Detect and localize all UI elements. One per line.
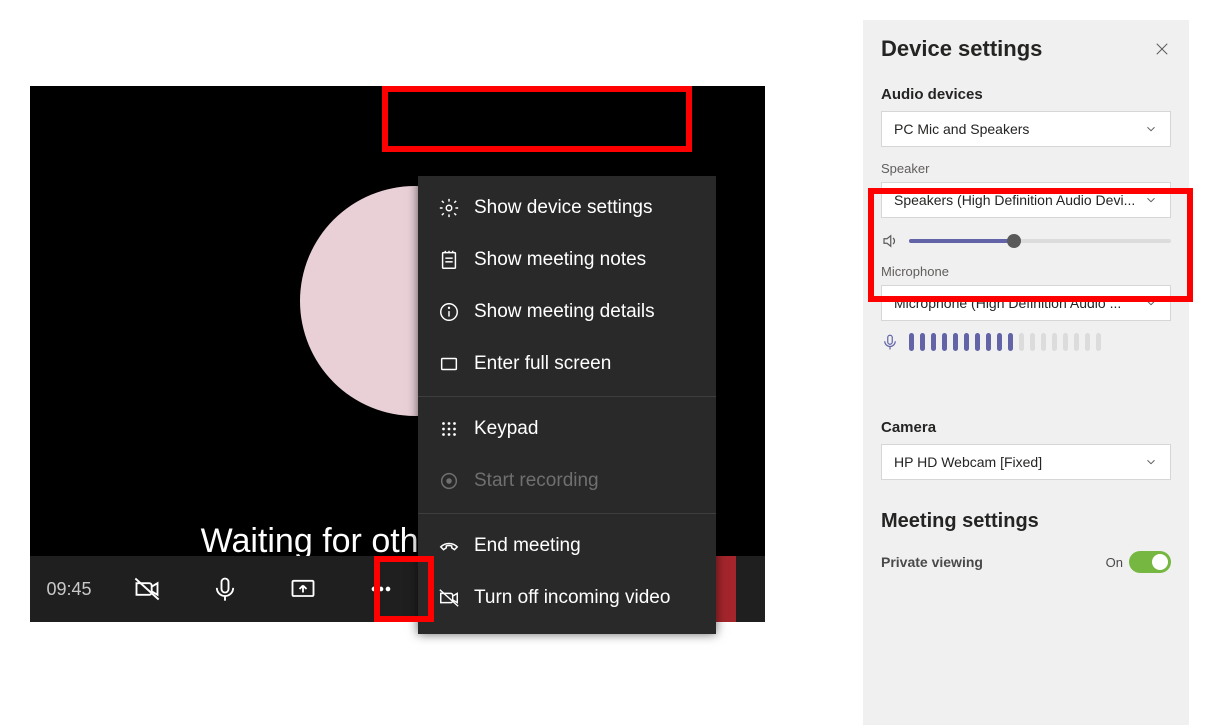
share-screen-button[interactable] (264, 556, 342, 622)
level-tick (1019, 333, 1024, 351)
chevron-down-icon (1144, 122, 1158, 136)
camera-toggle-button[interactable] (108, 556, 186, 622)
level-tick (1008, 333, 1013, 351)
menu-show-meeting-details[interactable]: Show meeting details (418, 286, 716, 338)
level-tick (1074, 333, 1079, 351)
menu-enter-full-screen[interactable]: Enter full screen (418, 338, 716, 390)
chevron-down-icon (1144, 455, 1158, 469)
menu-show-device-settings[interactable]: Show device settings (418, 182, 716, 234)
level-tick (1030, 333, 1035, 351)
meeting-window: V Waiting for others to join... 09:45 (30, 86, 765, 622)
device-settings-panel: Device settings Audio devices PC Mic and… (863, 20, 1189, 725)
microphone-level-row (881, 333, 1171, 351)
panel-header: Device settings (881, 36, 1171, 62)
menu-label: Show meeting notes (474, 249, 646, 271)
menu-separator (418, 513, 716, 514)
speaker-volume-row (881, 232, 1171, 250)
speaker-label: Speaker (881, 161, 1171, 176)
menu-keypad[interactable]: Keypad (418, 403, 716, 455)
level-tick (975, 333, 980, 351)
level-tick (1041, 333, 1046, 351)
close-panel-button[interactable] (1153, 40, 1171, 58)
speaker-selected: Speakers (High Definition Audio Devi... (894, 192, 1135, 208)
notes-icon (438, 249, 460, 271)
slider-thumb[interactable] (1007, 234, 1021, 248)
level-tick (1096, 333, 1101, 351)
camera-label: Camera (881, 419, 1171, 436)
level-tick (920, 333, 925, 351)
gear-icon (438, 197, 460, 219)
endmeeting-icon (438, 535, 460, 557)
audio-devices-label: Audio devices (881, 86, 1171, 103)
keypad-icon (438, 418, 460, 440)
microphone-toggle-button[interactable] (186, 556, 264, 622)
level-tick (997, 333, 1002, 351)
chevron-down-icon (1144, 193, 1158, 207)
microphone-icon (881, 333, 899, 351)
level-tick (953, 333, 958, 351)
close-icon (1153, 40, 1171, 58)
camera-dropdown[interactable]: HP HD Webcam [Fixed] (881, 444, 1171, 480)
menu-separator (418, 396, 716, 397)
toggle-thumb (1152, 554, 1168, 570)
microphone-selected: Microphone (High Definition Audio ... (894, 295, 1121, 311)
menu-label: End meeting (474, 535, 581, 557)
level-tick (909, 333, 914, 351)
info-icon (438, 301, 460, 323)
chevron-down-icon (1144, 296, 1158, 310)
microphone-label: Microphone (881, 264, 1171, 279)
slider-fill (909, 239, 1014, 243)
camera-selected: HP HD Webcam [Fixed] (894, 454, 1042, 470)
menu-label: Show device settings (474, 197, 653, 219)
more-actions-button[interactable] (342, 556, 420, 622)
menu-end-meeting[interactable]: End meeting (418, 520, 716, 572)
video-off-icon (438, 587, 460, 609)
meeting-duration: 09:45 (30, 579, 108, 600)
private-viewing-state: On (1106, 555, 1123, 570)
private-viewing-toggle[interactable] (1129, 551, 1171, 573)
private-viewing-label: Private viewing (881, 554, 983, 570)
menu-start-recording: Start recording (418, 455, 716, 507)
level-tick (1085, 333, 1090, 351)
speaker-volume-slider[interactable] (909, 239, 1171, 243)
private-viewing-toggle-group: On (1106, 551, 1171, 573)
meeting-settings-title: Meeting settings (881, 510, 1171, 533)
level-tick (942, 333, 947, 351)
private-viewing-row: Private viewing On (881, 551, 1171, 579)
speaker-dropdown[interactable]: Speakers (High Definition Audio Devi... (881, 182, 1171, 218)
audio-device-dropdown[interactable]: PC Mic and Speakers (881, 111, 1171, 147)
microphone-level-meter (909, 333, 1101, 351)
camera-off-icon (133, 575, 161, 603)
menu-label: Keypad (474, 418, 538, 440)
level-tick (964, 333, 969, 351)
record-icon (438, 470, 460, 492)
level-tick (986, 333, 991, 351)
device-settings-title: Device settings (881, 36, 1042, 62)
level-tick (1063, 333, 1068, 351)
share-screen-icon (289, 575, 317, 603)
speaker-icon (881, 232, 899, 250)
more-actions-menu: Show device settings Show meeting notes … (418, 176, 716, 634)
menu-label: Turn off incoming video (474, 587, 670, 609)
microphone-icon (211, 575, 239, 603)
more-icon (367, 575, 395, 603)
menu-show-meeting-notes[interactable]: Show meeting notes (418, 234, 716, 286)
audio-device-selected: PC Mic and Speakers (894, 121, 1029, 137)
level-tick (1052, 333, 1057, 351)
menu-label: Show meeting details (474, 301, 655, 323)
menu-turn-off-incoming-video[interactable]: Turn off incoming video (418, 572, 716, 624)
microphone-dropdown[interactable]: Microphone (High Definition Audio ... (881, 285, 1171, 321)
level-tick (931, 333, 936, 351)
fullscreen-icon (438, 353, 460, 375)
menu-label: Start recording (474, 470, 599, 492)
menu-label: Enter full screen (474, 353, 611, 375)
